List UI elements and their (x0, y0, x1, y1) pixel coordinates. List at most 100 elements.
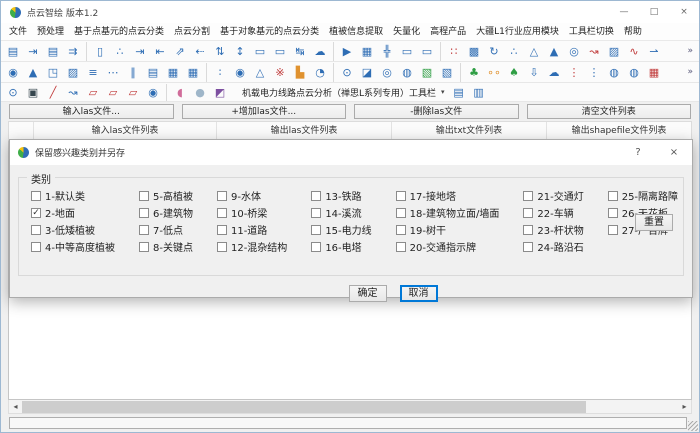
category-checkbox[interactable]: 14-溪流 (311, 204, 371, 221)
color-palette-icon[interactable]: ◩ (210, 84, 230, 101)
category-checkbox[interactable]: 24-路沿石 (523, 238, 583, 255)
category-checkbox[interactable]: 7-低点 (139, 221, 193, 238)
resize-grip[interactable] (688, 421, 698, 431)
clip-box-icon[interactable]: ◳ (43, 63, 63, 82)
menu-help[interactable]: 帮助 (619, 23, 647, 41)
menu-file[interactable]: 文件 (4, 23, 32, 41)
header-input-las-list[interactable]: 输入las文件列表 (34, 122, 217, 140)
cursor-icon[interactable]: ▶ (333, 42, 357, 61)
add-las-button[interactable]: +增加las文件... (182, 104, 347, 119)
pyramid-icon[interactable]: ▲ (544, 42, 564, 61)
category-checkbox[interactable]: 25-隔离路障 (608, 187, 678, 204)
plane-icon[interactable]: ⇀ (644, 42, 664, 61)
horizontal-scrollbar[interactable]: ◂ ▸ (8, 400, 692, 414)
landscape-icon[interactable]: ▧ (417, 63, 437, 82)
rings-icon[interactable]: ∘∘ (484, 63, 504, 82)
minimize-button[interactable]: — (609, 1, 639, 23)
cloud-download-icon[interactable]: ☁ (544, 63, 564, 82)
globe-icon[interactable]: ◍ (604, 63, 624, 82)
landscape-lock-icon[interactable]: ▧ (437, 63, 457, 82)
doc-grid-icon[interactable]: ▤ (143, 63, 163, 82)
swap-icon[interactable]: ↹ (290, 42, 310, 61)
doc-click-icon[interactable]: ◪ (357, 63, 377, 82)
toolbar-overflow-chevron[interactable]: » (687, 46, 697, 56)
triangle-icon[interactable]: △ (524, 42, 544, 61)
layers-icon[interactable]: ≡ (83, 63, 103, 82)
category-checkbox[interactable]: 2-地面 (31, 204, 115, 221)
category-checkbox[interactable]: 10-桥梁 (217, 204, 287, 221)
doc-icon[interactable]: ▭ (250, 42, 270, 61)
doc2-icon[interactable]: ▭ (270, 42, 290, 61)
menu-elevation-products[interactable]: 高程产品 (425, 23, 471, 41)
folder-icon[interactable]: ▤ (43, 42, 63, 61)
target-icon[interactable]: ◉ (3, 63, 23, 82)
category-checkbox[interactable]: 20-交通指示牌 (396, 238, 500, 255)
curve-icon[interactable]: ↝ (584, 42, 604, 61)
pie-icon[interactable]: ◔ (310, 63, 330, 82)
bar-chart-icon[interactable]: ▙ (290, 63, 310, 82)
menu-vegetation-extract[interactable]: 植被信息提取 (324, 23, 388, 41)
file-back-icon[interactable]: ⇠ (190, 42, 210, 61)
grid-icon[interactable]: ▦ (357, 42, 377, 61)
list-red-icon[interactable]: ⋮ (564, 63, 584, 82)
header-output-las-list[interactable]: 输出las文件列表 (217, 122, 392, 140)
category-checkbox[interactable]: 17-接地塔 (396, 187, 500, 204)
cube-icon[interactable]: ▣ (23, 84, 43, 101)
orbit-icon[interactable]: ◉ (143, 84, 163, 101)
scrollbar-thumb[interactable] (22, 401, 586, 413)
trees-icon[interactable]: ♠ (504, 63, 524, 82)
merge-icon[interactable]: ⇅ (210, 42, 230, 61)
scatter-icon[interactable]: ∴ (504, 42, 524, 61)
category-checkbox[interactable]: 5-高植被 (139, 187, 193, 204)
category-checkbox[interactable]: 9-水体 (217, 187, 287, 204)
magnifier-icon[interactable]: ⊙ (3, 84, 23, 101)
folder-up-icon[interactable]: ⇗ (170, 42, 190, 61)
spiral-icon[interactable]: ◎ (377, 63, 397, 82)
scrollbar-track[interactable] (22, 401, 678, 413)
menu-toolbar-switch[interactable]: 工具栏切换 (564, 23, 619, 41)
reset-button[interactable]: 重置 (635, 214, 673, 231)
cancel-button[interactable]: 取消 (400, 285, 438, 302)
import-file-icon[interactable]: ⇥ (23, 42, 43, 61)
menu-point-primitive-classify[interactable]: 基于点基元的点云分类 (69, 23, 169, 41)
download-icon[interactable]: ⇩ (524, 63, 544, 82)
category-checkbox[interactable]: 11-道路 (217, 221, 287, 238)
profile-icon[interactable]: ∿ (624, 42, 644, 61)
toolbar-overflow-chevron[interactable]: » (687, 67, 697, 77)
dialog-help-button[interactable]: ? (620, 140, 656, 165)
rotate-view-icon[interactable]: ▱ (83, 84, 103, 101)
globe2-icon[interactable]: ◍ (624, 63, 644, 82)
triangle-outline-icon[interactable]: △ (250, 63, 270, 82)
select-grid-icon[interactable]: ▩ (464, 42, 484, 61)
category-checkbox[interactable]: 12-混杂结构 (217, 238, 287, 255)
magnifier-icon[interactable]: ⊙ (333, 63, 357, 82)
menu-preprocess[interactable]: 预处理 (32, 23, 69, 41)
ok-button[interactable]: 确定 (349, 285, 387, 302)
segments-icon[interactable]: ⋯ (103, 63, 123, 82)
class-colors-icon[interactable]: ▦ (644, 63, 664, 82)
category-checkbox[interactable]: 13-铁路 (311, 187, 371, 204)
open-file-icon[interactable]: ▤ (3, 42, 23, 61)
sphere-icon[interactable]: ● (190, 84, 210, 101)
category-checkbox[interactable]: 6-建筑物 (139, 204, 193, 221)
target2-icon[interactable]: ◉ (230, 63, 250, 82)
scroll-left-icon[interactable]: ◂ (9, 401, 22, 413)
classify-icon[interactable]: ※ (270, 63, 290, 82)
category-checkbox[interactable]: 4-中等高度植被 (31, 238, 115, 255)
batch-open-icon[interactable]: ⇉ (63, 42, 83, 61)
preview-doc-icon[interactable]: ▤ (449, 84, 469, 101)
category-checkbox[interactable]: 18-建筑物立面/墙面 (396, 204, 500, 221)
panel-icon[interactable]: ▭ (397, 42, 417, 61)
rotate-icon[interactable]: ↻ (484, 42, 504, 61)
category-checkbox[interactable]: 8-关键点 (139, 238, 193, 255)
menu-vectorize[interactable]: 矢量化 (388, 23, 425, 41)
category-checkbox[interactable]: 3-低矮植被 (31, 221, 115, 238)
remove-las-button[interactable]: -删除las文件 (354, 104, 519, 119)
table-icon[interactable]: ▦ (163, 63, 183, 82)
close-button[interactable]: × (669, 1, 699, 23)
panel2-icon[interactable]: ▭ (417, 42, 437, 61)
file-import-icon[interactable]: ⇥ (130, 42, 150, 61)
points-icon[interactable]: ∴ (110, 42, 130, 61)
clear-list-button[interactable]: 清空文件列表 (527, 104, 692, 119)
category-checkbox[interactable]: 16-电塔 (311, 238, 371, 255)
